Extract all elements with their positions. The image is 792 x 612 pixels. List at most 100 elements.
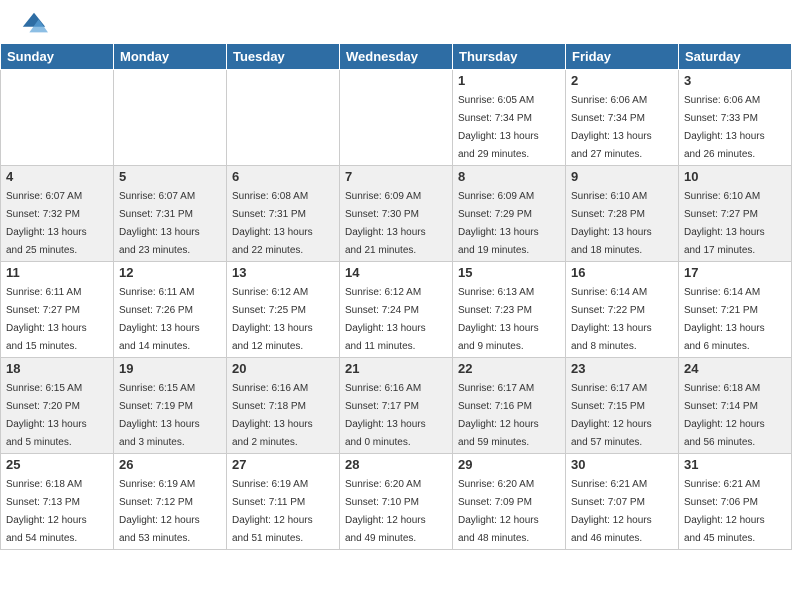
day-info: Sunrise: 6:16 AM Sunset: 7:18 PM Dayligh…: [232, 383, 313, 448]
day-number: 29: [458, 457, 560, 472]
calendar-cell: 2 Sunrise: 6:06 AM Sunset: 7:34 PM Daylig…: [566, 70, 679, 166]
calendar-cell: [227, 70, 340, 166]
day-number: 10: [684, 169, 786, 184]
day-number: 31: [684, 457, 786, 472]
calendar-cell: 4 Sunrise: 6:07 AM Sunset: 7:32 PM Daylig…: [1, 166, 114, 262]
weekday-header-tuesday: Tuesday: [227, 44, 340, 70]
day-info: Sunrise: 6:18 AM Sunset: 7:13 PM Dayligh…: [6, 479, 87, 544]
calendar-cell: 22 Sunrise: 6:17 AM Sunset: 7:16 PM Dayli…: [453, 358, 566, 454]
calendar-cell: 8Sunrise: 6:09 AM Sunset: 7:29 PM Daylig…: [453, 166, 566, 262]
day-number: 17: [684, 265, 786, 280]
day-info: Sunrise: 6:11 AM Sunset: 7:26 PM Dayligh…: [119, 287, 200, 352]
day-number: 28: [345, 457, 447, 472]
day-info: Sunrise: 6:11 AM Sunset: 7:27 PM Dayligh…: [6, 287, 87, 352]
day-number: 23: [571, 361, 673, 376]
weekday-header-friday: Friday: [566, 44, 679, 70]
day-info: Sunrise: 6:14 AM Sunset: 7:21 PM Dayligh…: [684, 287, 765, 352]
day-info: Sunrise: 6:16 AM Sunset: 7:17 PM Dayligh…: [345, 383, 426, 448]
day-number: 21: [345, 361, 447, 376]
day-number: 11: [6, 265, 108, 280]
calendar-cell: [340, 70, 453, 166]
day-number: 9: [571, 169, 673, 184]
header: [0, 0, 792, 43]
day-number: 4: [6, 169, 108, 184]
day-number: 18: [6, 361, 108, 376]
day-info: Sunrise: 6:07 AM Sunset: 7:31 PM Dayligh…: [119, 191, 200, 256]
day-info: Sunrise: 6:21 AM Sunset: 7:06 PM Dayligh…: [684, 479, 765, 544]
day-info: Sunrise: 6:07 AM Sunset: 7:32 PM Dayligh…: [6, 191, 87, 256]
weekday-header-wednesday: Wednesday: [340, 44, 453, 70]
calendar-cell: 7 Sunrise: 6:09 AM Sunset: 7:30 PM Daylig…: [340, 166, 453, 262]
day-number: 20: [232, 361, 334, 376]
calendar-cell: 21 Sunrise: 6:16 AM Sunset: 7:17 PM Dayli…: [340, 358, 453, 454]
calendar-cell: 23 Sunrise: 6:17 AM Sunset: 7:15 PM Dayli…: [566, 358, 679, 454]
calendar-cell: 9 Sunrise: 6:10 AM Sunset: 7:28 PM Daylig…: [566, 166, 679, 262]
day-number: 1: [458, 73, 560, 88]
day-info: Sunrise: 6:06 AM Sunset: 7:34 PM Dayligh…: [571, 95, 652, 160]
day-info: Sunrise: 6:10 AM Sunset: 7:28 PM Dayligh…: [571, 191, 652, 256]
calendar-cell: 12 Sunrise: 6:11 AM Sunset: 7:26 PM Dayli…: [114, 262, 227, 358]
day-info: Sunrise: 6:12 AM Sunset: 7:24 PM Dayligh…: [345, 287, 426, 352]
calendar-cell: 30 Sunrise: 6:21 AM Sunset: 7:07 PM Dayli…: [566, 454, 679, 550]
day-number: 2: [571, 73, 673, 88]
day-number: 27: [232, 457, 334, 472]
calendar-cell: [114, 70, 227, 166]
calendar-cell: 14 Sunrise: 6:12 AM Sunset: 7:24 PM Dayli…: [340, 262, 453, 358]
day-number: 12: [119, 265, 221, 280]
calendar-cell: 3Sunrise: 6:06 AM Sunset: 7:33 PM Daylig…: [679, 70, 792, 166]
calendar-cell: 10 Sunrise: 6:10 AM Sunset: 7:27 PM Dayli…: [679, 166, 792, 262]
weekday-header-sunday: Sunday: [1, 44, 114, 70]
day-number: 19: [119, 361, 221, 376]
day-info: Sunrise: 6:09 AM Sunset: 7:30 PM Dayligh…: [345, 191, 426, 256]
day-info: Sunrise: 6:18 AM Sunset: 7:14 PM Dayligh…: [684, 383, 765, 448]
calendar-cell: 13 Sunrise: 6:12 AM Sunset: 7:25 PM Dayli…: [227, 262, 340, 358]
calendar-cell: 1 Sunrise: 6:05 AM Sunset: 7:34 PM Daylig…: [453, 70, 566, 166]
calendar-cell: 31 Sunrise: 6:21 AM Sunset: 7:06 PM Dayli…: [679, 454, 792, 550]
calendar: SundayMondayTuesdayWednesdayThursdayFrid…: [0, 43, 792, 550]
day-info: Sunrise: 6:21 AM Sunset: 7:07 PM Dayligh…: [571, 479, 652, 544]
day-info: Sunrise: 6:15 AM Sunset: 7:20 PM Dayligh…: [6, 383, 87, 448]
day-number: 26: [119, 457, 221, 472]
day-info: Sunrise: 6:10 AM Sunset: 7:27 PM Dayligh…: [684, 191, 765, 256]
logo-icon: [20, 10, 48, 38]
day-number: 16: [571, 265, 673, 280]
calendar-cell: 5 Sunrise: 6:07 AM Sunset: 7:31 PM Daylig…: [114, 166, 227, 262]
day-info: Sunrise: 6:14 AM Sunset: 7:22 PM Dayligh…: [571, 287, 652, 352]
day-number: 5: [119, 169, 221, 184]
day-info: Sunrise: 6:17 AM Sunset: 7:15 PM Dayligh…: [571, 383, 652, 448]
day-info: Sunrise: 6:05 AM Sunset: 7:34 PM Dayligh…: [458, 95, 539, 160]
calendar-cell: 28Sunrise: 6:20 AM Sunset: 7:10 PM Dayli…: [340, 454, 453, 550]
weekday-header-monday: Monday: [114, 44, 227, 70]
weekday-header-saturday: Saturday: [679, 44, 792, 70]
calendar-cell: 20 Sunrise: 6:16 AM Sunset: 7:18 PM Dayli…: [227, 358, 340, 454]
calendar-cell: 19Sunrise: 6:15 AM Sunset: 7:19 PM Dayli…: [114, 358, 227, 454]
logo: [20, 10, 52, 38]
day-info: Sunrise: 6:19 AM Sunset: 7:12 PM Dayligh…: [119, 479, 200, 544]
day-number: 30: [571, 457, 673, 472]
day-info: Sunrise: 6:17 AM Sunset: 7:16 PM Dayligh…: [458, 383, 539, 448]
day-number: 15: [458, 265, 560, 280]
day-number: 6: [232, 169, 334, 184]
day-number: 25: [6, 457, 108, 472]
day-number: 24: [684, 361, 786, 376]
calendar-cell: 11 Sunrise: 6:11 AM Sunset: 7:27 PM Dayli…: [1, 262, 114, 358]
calendar-cell: 24 Sunrise: 6:18 AM Sunset: 7:14 PM Dayli…: [679, 358, 792, 454]
day-info: Sunrise: 6:08 AM Sunset: 7:31 PM Dayligh…: [232, 191, 313, 256]
day-number: 13: [232, 265, 334, 280]
day-info: Sunrise: 6:19 AM Sunset: 7:11 PM Dayligh…: [232, 479, 313, 544]
calendar-cell: 18 Sunrise: 6:15 AM Sunset: 7:20 PM Dayli…: [1, 358, 114, 454]
day-info: Sunrise: 6:13 AM Sunset: 7:23 PM Dayligh…: [458, 287, 539, 352]
calendar-cell: 6 Sunrise: 6:08 AM Sunset: 7:31 PM Daylig…: [227, 166, 340, 262]
day-number: 14: [345, 265, 447, 280]
weekday-header-thursday: Thursday: [453, 44, 566, 70]
calendar-cell: 27 Sunrise: 6:19 AM Sunset: 7:11 PM Dayli…: [227, 454, 340, 550]
calendar-cell: 15 Sunrise: 6:13 AM Sunset: 7:23 PM Dayli…: [453, 262, 566, 358]
calendar-cell: 26 Sunrise: 6:19 AM Sunset: 7:12 PM Dayli…: [114, 454, 227, 550]
day-number: 22: [458, 361, 560, 376]
day-info: Sunrise: 6:20 AM Sunset: 7:09 PM Dayligh…: [458, 479, 539, 544]
calendar-cell: 29 Sunrise: 6:20 AM Sunset: 7:09 PM Dayli…: [453, 454, 566, 550]
day-info: Sunrise: 6:12 AM Sunset: 7:25 PM Dayligh…: [232, 287, 313, 352]
day-info: Sunrise: 6:09 AM Sunset: 7:29 PM Dayligh…: [458, 191, 539, 256]
calendar-cell: 16 Sunrise: 6:14 AM Sunset: 7:22 PM Dayli…: [566, 262, 679, 358]
day-number: 7: [345, 169, 447, 184]
